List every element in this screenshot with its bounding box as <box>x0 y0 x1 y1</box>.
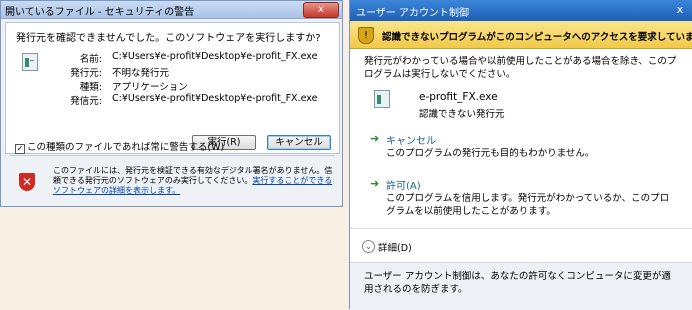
divider <box>350 228 692 229</box>
window-title: ユーザー アカウント制御 <box>356 8 469 19</box>
always-warn-checkbox[interactable]: ✓ この種類のファイルであれば常に警告する(W) <box>15 139 224 154</box>
title-bar: 開いているファイル - セキュリティの警告 x <box>1 1 342 19</box>
security-warning-dialog: 開いているファイル - セキュリティの警告 x 発行元を確認できませんでした。こ… <box>0 0 343 207</box>
cancel-button[interactable]: キャンセル <box>267 135 331 150</box>
description-text: 発行元がわかっている場合や以前使用したことがある場合を除き、このプログラムは実行… <box>364 56 677 80</box>
warning-message: このファイルには、発行元を検証できる有効なデジタル署名がありません。信頼できる発… <box>53 166 337 196</box>
application-file-icon <box>22 53 38 71</box>
chevron-down-icon[interactable]: ⌄ <box>362 240 375 253</box>
cancel-option[interactable]: ➜ キャンセル このプログラムの発行元も目的もわかりません。 <box>350 131 692 171</box>
details-toggle[interactable]: 詳細(D) <box>378 240 412 254</box>
name-label: 名前: <box>79 54 102 65</box>
cancel-option-title[interactable]: キャンセル <box>386 132 436 147</box>
content-panel: 発行元を確認できませんでした。このソフトウェアを実行しますか? 名前: C:¥U… <box>5 22 340 154</box>
checkbox-check-icon[interactable]: ✓ <box>15 144 25 154</box>
allow-option[interactable]: ➜ 許可(A) このプログラムを信用します。発行元がわかっているか、このプログラ… <box>350 176 692 217</box>
banner-text: 認識できないプログラムがこのコンピュータへのアクセスを要求しています <box>382 32 692 43</box>
allow-option-title[interactable]: 許可(A) <box>386 177 421 192</box>
user-account-control-dialog: ユーザー アカウント制御 x ! 認識できないプログラムがこのコンピュータへのア… <box>349 0 692 310</box>
name-value: C:¥Users¥e-profit¥Desktop¥e-profit_FX.ex… <box>112 51 318 62</box>
close-button[interactable]: x <box>303 2 339 18</box>
error-shield-icon: ✕ <box>19 173 35 191</box>
warning-banner: ! 認識できないプログラムがこのコンピュータへのアクセスを要求しています <box>350 21 692 49</box>
title-bar: ユーザー アカウント制御 x <box>350 0 692 21</box>
publisher-label: 発行元: <box>70 68 102 79</box>
publisher-value: 不明な発行元 <box>112 68 170 79</box>
window-title: 開いているファイル - セキュリティの警告 <box>5 7 195 18</box>
footer: ユーザー アカウント制御は、あなたの許可なくコンピュータに変更が適用されるのを防… <box>350 262 692 310</box>
close-button[interactable]: x <box>673 3 687 17</box>
application-file-icon <box>374 90 390 108</box>
question-text: 発行元を確認できませんでした。このソフトウェアを実行しますか? <box>16 33 321 44</box>
file-publisher: 認識できない発行元 <box>419 109 505 120</box>
from-label: 発信元: <box>70 96 102 107</box>
cancel-option-desc: このプログラムの発行元も目的もわかりません。 <box>386 148 595 159</box>
always-warn-label: この種類のファイルであれば常に警告する(W) <box>27 142 225 153</box>
file-name: e-profit_FX.exe <box>419 91 498 103</box>
arrow-right-icon: ➜ <box>370 132 380 145</box>
allow-option-desc: このプログラムを信用します。発行元がわかっているか、このプログラムを以前使用した… <box>386 193 670 217</box>
type-label: 種類: <box>79 82 102 93</box>
divider <box>9 155 335 156</box>
type-value: アプリケーション <box>112 82 188 93</box>
footer-text: ユーザー アカウント制御は、あなたの許可なくコンピュータに変更が適用されるのを防… <box>364 271 671 295</box>
arrow-right-icon: ➜ <box>370 177 380 190</box>
warning-shield-icon: ! <box>358 27 374 44</box>
from-value: C:¥Users¥e-profit¥Desktop¥e-profit_FX.ex… <box>112 93 318 104</box>
